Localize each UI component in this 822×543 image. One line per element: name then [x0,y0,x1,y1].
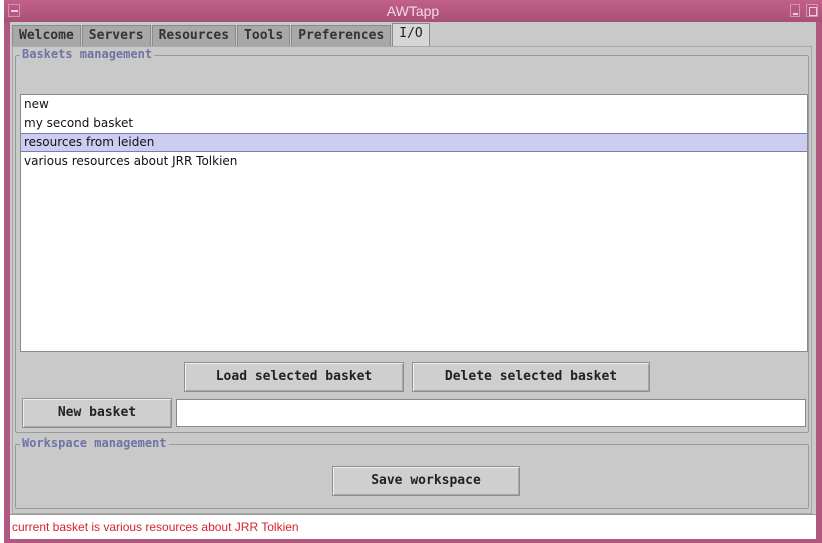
delete-selected-basket-button[interactable]: Delete selected basket [412,362,650,392]
tab-io[interactable]: I/O [392,23,430,46]
tab-servers[interactable]: Servers [81,25,151,46]
tab-preferences[interactable]: Preferences [291,25,392,46]
window-menu-icon[interactable] [8,4,20,17]
list-item[interactable]: my second basket [21,114,807,133]
new-basket-input[interactable] [176,399,806,427]
list-item[interactable]: resources from leiden [21,133,807,152]
window-title: AWTapp [386,3,440,19]
tab-bar: Welcome Servers Resources Tools Preferen… [12,22,431,46]
tab-resources[interactable]: Resources [151,25,237,46]
status-bar: current basket is various resources abou… [10,514,816,539]
app-window: AWTapp Welcome Servers Resources Tools P… [4,0,822,543]
tab-welcome[interactable]: Welcome [12,25,81,46]
minimize-icon[interactable] [790,4,800,17]
list-item[interactable]: new [21,95,807,114]
new-basket-button[interactable]: New basket [22,398,172,428]
load-selected-basket-button[interactable]: Load selected basket [184,362,404,392]
list-item[interactable]: various resources about JRR Tolkien [21,152,807,171]
baskets-group-title: Baskets management [20,47,155,61]
save-workspace-button[interactable]: Save workspace [332,466,520,496]
basket-list[interactable]: new my second basket resources from leid… [20,94,808,352]
workspace-group-title: Workspace management [20,436,169,450]
title-bar[interactable]: AWTapp [4,0,822,22]
maximize-icon[interactable] [806,4,818,17]
tab-tools[interactable]: Tools [237,25,291,46]
